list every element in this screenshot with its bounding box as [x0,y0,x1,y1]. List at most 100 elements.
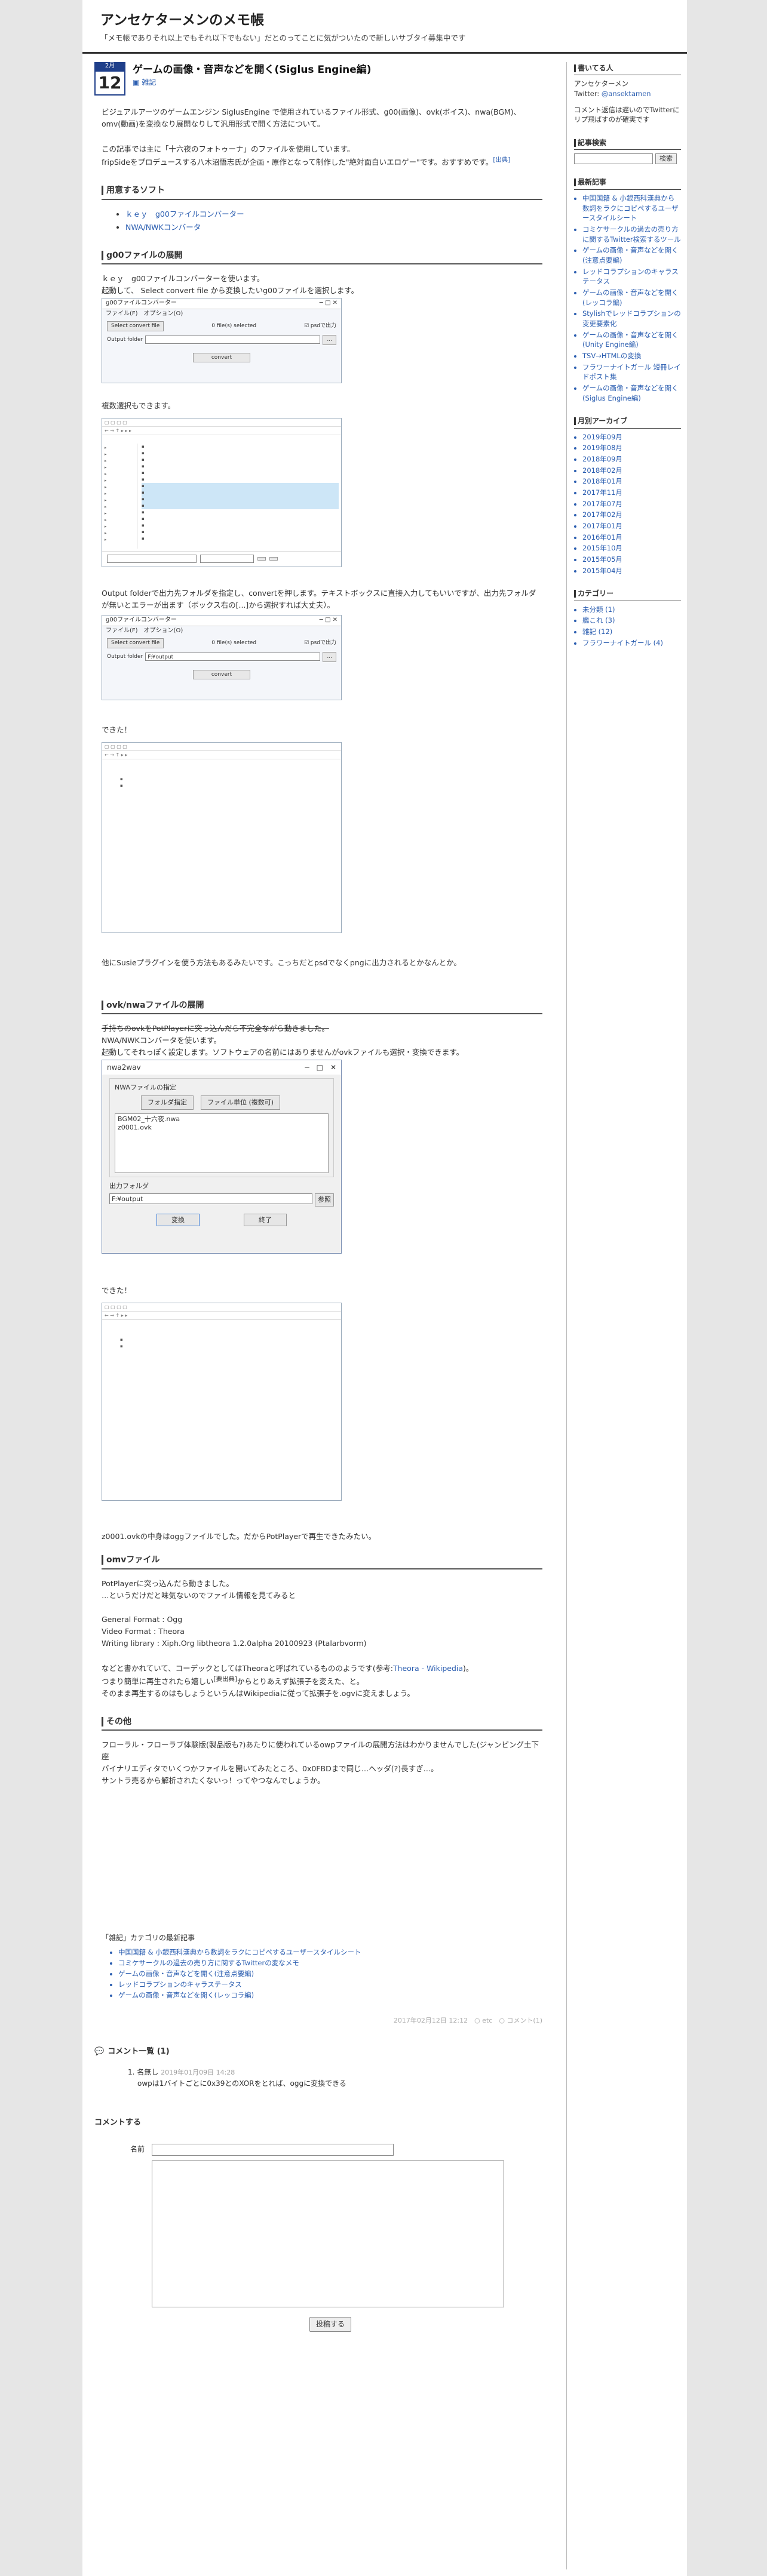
screenshot-g00-converter[interactable]: g00ファイルコンバーター ─ □ ✕ ファイル(F) オプション(O) Sel… [102,297,342,383]
site-description: 「メモ帳でありそれ以上でもそれ以下でもない」だとのってことに気がついたので新しい… [100,33,466,42]
post-title[interactable]: ゲームの画像・音声などを開く(Siglus Engine編) [133,63,372,77]
post-category[interactable]: ▣ 雑記 [133,77,372,88]
latest-link[interactable]: ゲームの画像・音声などを開く(レッコラ編) [582,288,681,307]
paragraph: 複数選択もできます。 [102,401,176,410]
source-link[interactable]: [出典] [493,156,510,164]
latest-link[interactable]: Stylishでレッドコラプションの変更要素化 [582,309,681,328]
list-item: ｋｅｙ g00ファイルコンバーター [125,208,542,220]
text: などと書かれていて、コーデックとしてはTheoraと呼ばれているもののようです(… [102,1663,393,1673]
output-folder-field: F:¥output [109,1193,312,1205]
archive-link[interactable]: 2018年02月 [582,466,681,476]
latest-block: 最新記事 中国国籍 & 小銀西科漢典から数詞をラクにコピペするユーザースタイルシ… [574,176,681,403]
screenshot-file-select[interactable]: ▢ ▢ ▢ ▢ ← → ↑ ▸ ▸ ▸ ▸ ▸ ▸ ▸ ▸ ▸ ▸ ▸ ▸ ▸ ▸ ▸ ▸ ▸ ▸ ▪ ▪ ▪ ▪… [102,417,342,567]
screenshot-nwa2wav[interactable]: nwa2wav ─ □ ✕ NWAファイルの指定 フォルダ指定 ファイル単位 (… [102,1060,342,1254]
comment-author: 名無し [137,2067,159,2076]
name-input[interactable] [152,2144,394,2156]
latest-link[interactable]: TSV→HTMLの変換 [582,351,681,361]
recent-link[interactable]: ゲームの画像・音声などを開く(レッコラ編) [118,1990,542,2001]
group-label: NWAファイルの指定 [115,1084,177,1092]
search-button[interactable]: 検索 [655,153,677,165]
search-input[interactable] [574,153,653,165]
archive-link[interactable]: 2015年10月 [582,543,681,553]
wikipedia-link[interactable]: Theora - Wikipedia [393,1664,463,1673]
recent-link[interactable]: ゲームの画像・音声などを開く(注意点要編) [118,1969,542,1980]
paragraph: 起動して、 Select convert file から変換したいg00ファイル… [102,285,359,295]
paragraph: バイナリエディタでいくつかファイルを開いてみたところ、0x0FBDまで同じ…ヘッ… [102,1764,438,1774]
category-link[interactable]: フラワーナイトガール (4) [582,638,681,648]
output-label: Output folder [107,653,143,660]
archive-link[interactable]: 2019年08月 [582,443,681,453]
author-name: アンセケターメン [574,79,629,88]
latest-list: 中国国籍 & 小銀西科漢典から数詞をラクにコピペするユーザースタイルシート コミ… [574,193,681,403]
window-controls-icon: ─ □ ✕ [305,1063,336,1072]
convert-button: convert [192,669,251,680]
archive-link[interactable]: 2016年01月 [582,533,681,543]
search-block: 記事検索 検索 [574,137,681,165]
software-link[interactable]: ｋｅｙ g00ファイルコンバーター [125,210,244,218]
sidebar-heading: 書いてる人 [574,62,681,76]
window-controls-icon: ─ □ ✕ [319,300,338,307]
browse-button: ... [323,651,336,662]
intro-paragraph: この記事では主に「十六夜のフォトゥーナ」のファイルを使用しています。 [102,144,355,153]
page: アンセケターメンのメモ帳 「メモ帳でありそれ以上でもそれ以下でもない」だとのって… [82,0,687,2576]
recent-link[interactable]: レッドコラプションのキャラステータス [118,1980,542,1990]
sidebar-heading: 記事検索 [574,137,681,150]
dialog-title: nwa2wav [107,1063,141,1072]
latest-link[interactable]: ゲームの画像・音声などを開く(Siglus Engine編) [582,383,681,403]
browse-button: ... [323,334,336,345]
archive-link[interactable]: 2018年01月 [582,476,681,487]
paragraph: 他にSusieプラグインを使う方法もあるみたいです。こっちだとpsdでなくpng… [102,958,461,967]
archive-link[interactable]: 2015年04月 [582,566,681,576]
twitter-label: Twitter: [574,90,602,99]
post-header: 2月 12 ゲームの画像・音声などを開く(Siglus Engine編) ▣ 雑… [94,62,542,96]
archive-link[interactable]: 2017年01月 [582,521,681,531]
archive-link[interactable]: 2018年09月 [582,454,681,464]
window-titlebar: g00ファイルコンバーター ─ □ ✕ [102,298,341,309]
archive-list: 2019年09月 2019年08月 2018年09月 2018年02月 2018… [574,432,681,576]
post-body: ビジュアルアーツのゲームエンジン SiglusEngine で使用されているファ… [94,106,542,2030]
explorer-rows: ▪ ▪ [120,1337,123,1349]
recent-link[interactable]: 中国国籍 & 小銀西科漢典から数詞をラクにコピペするユーザースタイルシート [118,1947,542,1958]
category-link[interactable]: 雑記 (12) [582,627,681,637]
name-label: 名前 [130,2145,145,2154]
archive-link[interactable]: 2017年02月 [582,510,681,520]
paragraph: フローラル・フローラブ体験版(製品版も?)あたりに使われているowpファイルの展… [102,1740,539,1762]
latest-link[interactable]: レッドコラプションのキャラステータス [582,267,681,287]
paragraph: z0001.ovkの中身はoggファイルでした。だからPotPlayerで再生で… [102,1532,376,1541]
text: )。 [463,1663,474,1673]
archive-link[interactable]: 2019年09月 [582,432,681,442]
window-title: g00ファイルコンバーター [106,617,177,624]
screenshot-ovk-output[interactable]: ▢ ▢ ▢ ▢ ← → ↑ ▸ ▸ ▪ ▪ [102,1303,342,1501]
comment-textarea[interactable] [152,2160,504,2308]
paragraph: NWA/NWKコンバータを使います。 [102,1036,221,1045]
twitter-link[interactable]: @ansektamen [602,90,651,98]
category-link[interactable]: 艦これ (3) [582,615,681,626]
category-link[interactable]: 未分類 (1) [582,605,681,615]
window-menu: ファイル(F) オプション(O) [106,627,183,634]
output-label: Output folder [107,336,143,343]
explorer-titlebar: ▢ ▢ ▢ ▢ [102,418,341,427]
explorer-titlebar: ▢ ▢ ▢ ▢ [102,1303,341,1312]
paragraph: Output folderで出力先フォルダを指定し、convertを押します。テ… [102,588,536,610]
latest-link[interactable]: フラワーナイトガール 短冊レイドポスト集 [582,362,681,382]
list-item: BGM02_十六夜.nwa [118,1115,180,1123]
screenshot-output-folder[interactable]: ▢ ▢ ▢ ▢ ← → ↑ ▸ ▸ ▪ ▪ [102,741,342,933]
archive-link[interactable]: 2017年07月 [582,499,681,509]
archive-link[interactable]: 2017年11月 [582,488,681,498]
site-header: アンセケターメンのメモ帳 「メモ帳でありそれ以上でもそれ以下でもない」だとのって… [82,0,687,54]
latest-link[interactable]: ゲームの画像・音声などを開く(注意点要編) [582,245,681,265]
latest-link[interactable]: ゲームの画像・音声などを開く(Unity Engine編) [582,330,681,350]
date-month: 2月 [94,62,125,70]
filename-field [107,555,197,564]
software-link[interactable]: NWA/NWKコンバータ [125,223,201,232]
file-button: ファイル単位 (複数可) [201,1095,281,1110]
latest-link[interactable]: コミケサークルの過去の売り方に関するTwitter検索するツール [582,224,681,244]
recent-link[interactable]: コミケサークルの過去の売り方に関するTwitterの変なメモ [118,1958,542,1969]
archive-link[interactable]: 2015年05月 [582,555,681,565]
screenshot-g00-output[interactable]: g00ファイルコンバーター ─ □ ✕ ファイル(F) オプション(O) Sel… [102,614,342,700]
site-title[interactable]: アンセケターメンのメモ帳 [100,12,669,30]
submit-button[interactable]: 投稿する [309,2317,352,2332]
latest-link[interactable]: 中国国籍 & 小銀西科漢典から数詞をラクにコピペするユーザースタイルシート [582,193,681,223]
open-button [257,557,266,561]
date-day: 12 [94,70,125,96]
